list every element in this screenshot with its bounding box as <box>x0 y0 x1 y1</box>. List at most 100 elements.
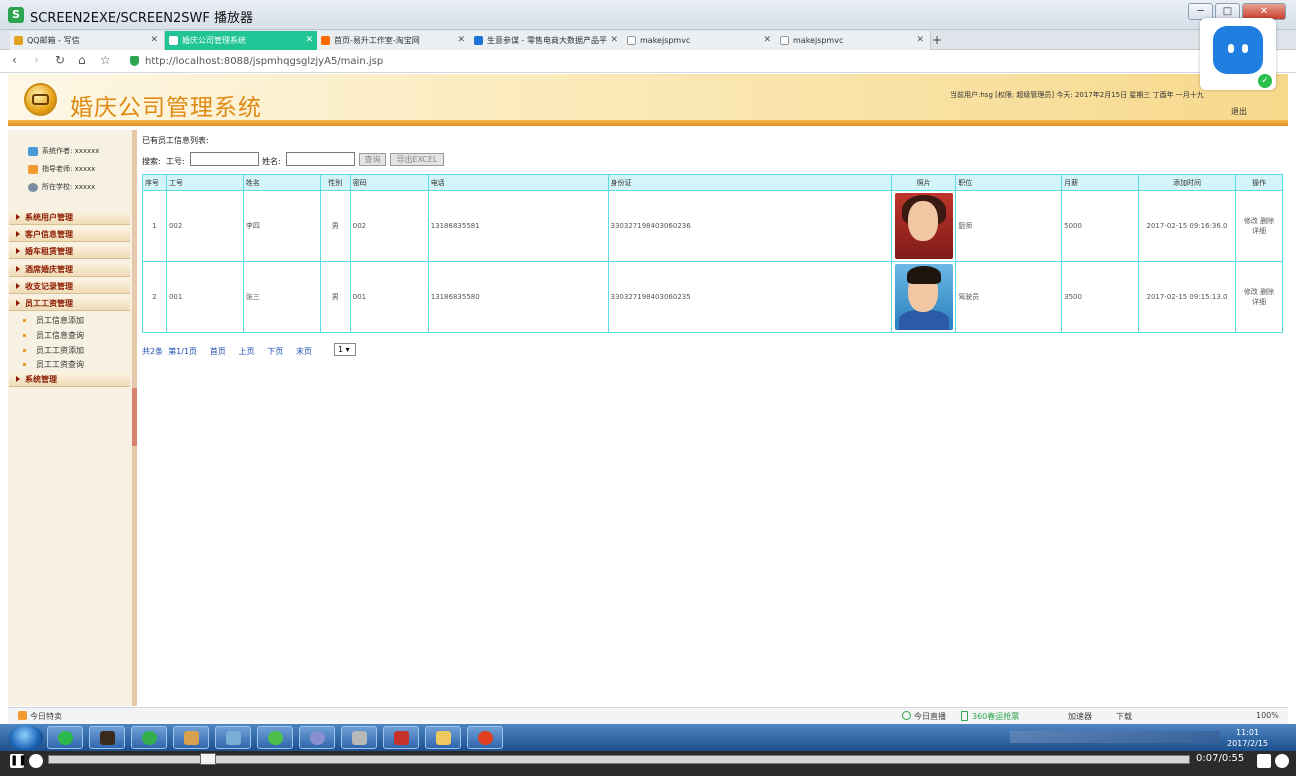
close-tab-icon[interactable]: ✕ <box>150 31 158 50</box>
accelerator-button[interactable]: 加速器 <box>1068 711 1092 722</box>
taskbar-recorder[interactable] <box>467 726 503 749</box>
info-text: 指导老师: xxxxx <box>42 165 96 173</box>
menu-wedding-cars[interactable]: 婚车租赁管理 <box>9 244 130 259</box>
qq-icon <box>14 36 23 45</box>
id-label: 工号: <box>166 157 185 166</box>
live-link[interactable]: 今日直播 <box>914 711 946 722</box>
cow-eye <box>1228 44 1234 53</box>
eclipse-icon <box>310 731 325 745</box>
tab-makejspmvc-1[interactable]: makejspmvc ✕ <box>623 31 778 50</box>
pager-first[interactable]: 首页 <box>210 347 226 356</box>
taskbar-app6[interactable] <box>257 726 293 749</box>
close-tab-icon[interactable]: ✕ <box>457 31 465 50</box>
app-icon <box>142 731 157 745</box>
cell-name: 张三 <box>242 261 321 333</box>
close-tab-icon[interactable]: ✕ <box>305 31 313 50</box>
sycm-icon <box>474 36 483 45</box>
tab-shengyicanmou[interactable]: 生意参谋 - 零售电商大数据产品平 ✕ <box>470 31 625 50</box>
menu-customers[interactable]: 客户信息管理 <box>9 227 130 242</box>
edit-link[interactable]: 修改 <box>1244 288 1258 296</box>
delete-link[interactable]: 删除 <box>1260 288 1274 296</box>
app-icon <box>394 731 409 745</box>
download-button[interactable]: 下载 <box>1116 711 1132 722</box>
menu-salary[interactable]: 员工工资管理 <box>9 296 130 311</box>
cell-time: 2017-02-15 09:15:13.0 <box>1138 261 1236 333</box>
gift-icon <box>18 711 27 720</box>
taskbar-app2[interactable] <box>89 726 125 749</box>
submenu-query-salary[interactable]: 员工工资查询 <box>23 359 84 370</box>
reload-icon[interactable]: ↻ <box>55 53 65 67</box>
fullscreen-button[interactable] <box>1257 754 1271 768</box>
menu-system[interactable]: 系统管理 <box>9 372 130 387</box>
delete-link[interactable]: 删除 <box>1260 217 1274 225</box>
page-select[interactable]: 1 ▾ <box>334 343 356 356</box>
detail-link[interactable]: 详细 <box>1252 227 1266 235</box>
people-icon <box>28 146 38 156</box>
export-excel-button[interactable]: 导出EXCEL <box>390 153 444 166</box>
clock-date: 2017/2/15 <box>1227 739 1269 748</box>
employee-photo <box>894 193 953 259</box>
recorder-icon <box>478 731 493 745</box>
photo-shirt <box>898 310 949 330</box>
menu-banquet[interactable]: 酒席婚庆管理 <box>9 262 130 277</box>
submenu-add-salary[interactable]: 员工工资添加 <box>23 345 84 356</box>
url-input[interactable]: http://localhost:8088/jspmhqgsglzjyA5/ma… <box>145 56 383 67</box>
taskbar-ie[interactable] <box>47 726 83 749</box>
taskbar-app3[interactable] <box>131 726 167 749</box>
pager-next[interactable]: 下页 <box>267 347 283 356</box>
pager-page: 第1/1页 <box>168 347 198 356</box>
forward-icon[interactable]: › <box>34 53 39 67</box>
mute-button[interactable] <box>29 754 43 768</box>
id-input[interactable] <box>190 152 259 166</box>
submenu-add-employee[interactable]: 员工信息添加 <box>23 315 84 326</box>
close-tab-icon[interactable]: ✕ <box>763 31 771 50</box>
close-tab-icon[interactable]: ✕ <box>610 31 618 50</box>
detail-link[interactable]: 详细 <box>1252 298 1266 306</box>
taskbar-clock[interactable]: 11:01 2017/2/15 <box>1227 727 1268 749</box>
tab-taobao[interactable]: 首页-易升工作室-淘宝网 ✕ <box>317 31 472 50</box>
pager-last[interactable]: 末页 <box>296 347 312 356</box>
taskbar-app9[interactable] <box>383 726 419 749</box>
daily-deals-link[interactable]: 今日特卖 <box>30 711 62 722</box>
cell-phone: 13186835581 <box>427 190 609 262</box>
table-row: 1 002 李四 男 002 13186835581 3303271984030… <box>142 190 1284 262</box>
home-icon[interactable]: ⌂ <box>78 53 86 67</box>
clock-time: 11:01 <box>1235 728 1260 737</box>
menu-system-users[interactable]: 系统用户管理 <box>9 210 130 225</box>
name-input[interactable] <box>286 152 355 166</box>
taskbar-app8[interactable] <box>341 726 377 749</box>
zoom-level[interactable]: 100% <box>1256 711 1279 720</box>
star-icon[interactable]: ☆ <box>100 53 111 67</box>
tab-wedding-system[interactable]: 婚庆公司管理系统 ✕ <box>165 31 320 50</box>
cell-id: 002 <box>165 190 244 262</box>
taskbar-app5[interactable] <box>215 726 251 749</box>
query-button[interactable]: 查询 <box>359 153 386 166</box>
taobao-icon <box>321 36 330 45</box>
school-icon <box>28 182 38 192</box>
tab-qqmail[interactable]: QQ邮箱 - 写信 ✕ <box>10 31 165 50</box>
logout-link[interactable]: 退出 <box>1231 106 1247 117</box>
edit-link[interactable]: 修改 <box>1244 217 1258 225</box>
ticket-promo-link[interactable]: 360春运抢票 <box>972 711 1019 722</box>
pause-button[interactable]: ❚❚ <box>10 754 27 768</box>
taskbar-folder[interactable] <box>425 726 461 749</box>
submenu-query-employee[interactable]: 员工信息查询 <box>23 330 84 341</box>
tab-label: 生意参谋 - 零售电商大数据产品平 <box>487 36 607 45</box>
pager-prev[interactable]: 上页 <box>239 347 255 356</box>
taskbar-app4[interactable] <box>173 726 209 749</box>
close-tab-icon[interactable]: ✕ <box>916 31 924 50</box>
seek-bar[interactable] <box>48 755 1190 764</box>
col-header: 序号 <box>142 174 167 191</box>
cell-photo <box>891 190 957 262</box>
new-tab-button[interactable]: + <box>932 33 942 47</box>
seek-thumb[interactable] <box>200 753 216 765</box>
taskbar-app7[interactable] <box>299 726 335 749</box>
back-icon[interactable]: ‹ <box>12 53 17 67</box>
tab-makejspmvc-2[interactable]: makejspmvc ✕ <box>776 31 931 50</box>
menu-finance[interactable]: 收支记录管理 <box>9 279 130 294</box>
logo-icon <box>24 83 57 116</box>
start-button[interactable] <box>9 725 43 750</box>
table-row: 2 001 张三 男 001 13186835580 3303271984030… <box>142 261 1284 333</box>
overlay-badge: ✓ <box>1200 18 1276 90</box>
info-button[interactable] <box>1275 754 1289 768</box>
